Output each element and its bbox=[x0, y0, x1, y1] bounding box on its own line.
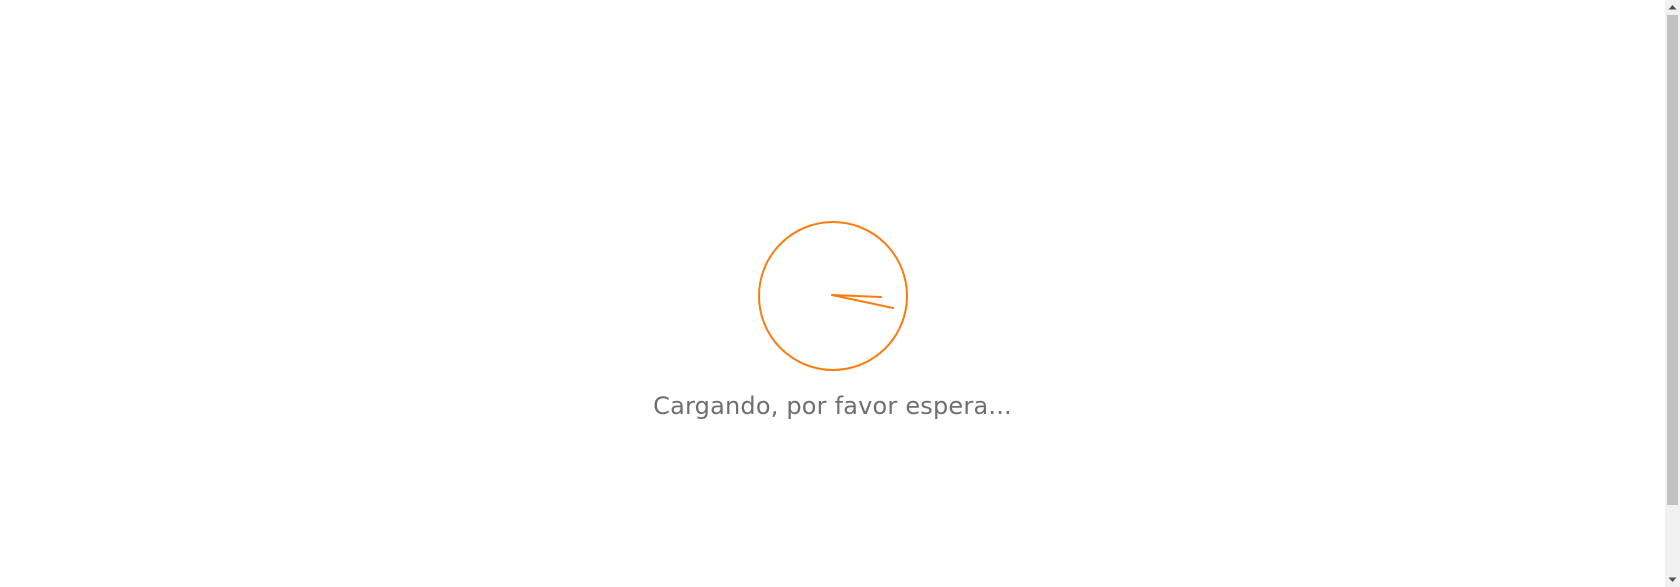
arrow-up-icon[interactable] bbox=[1665, 0, 1680, 15]
loading-message: Cargando, por favor espera... bbox=[653, 392, 1012, 420]
loading-indicator: Cargando, por favor espera... bbox=[0, 220, 1665, 420]
scrollbar-thumb[interactable] bbox=[1667, 15, 1678, 505]
vertical-scrollbar[interactable] bbox=[1665, 0, 1680, 587]
page-viewport: Cargando, por favor espera... bbox=[0, 0, 1665, 587]
clock-spinner-icon bbox=[757, 221, 908, 371]
arrow-down-icon[interactable] bbox=[1665, 572, 1680, 587]
